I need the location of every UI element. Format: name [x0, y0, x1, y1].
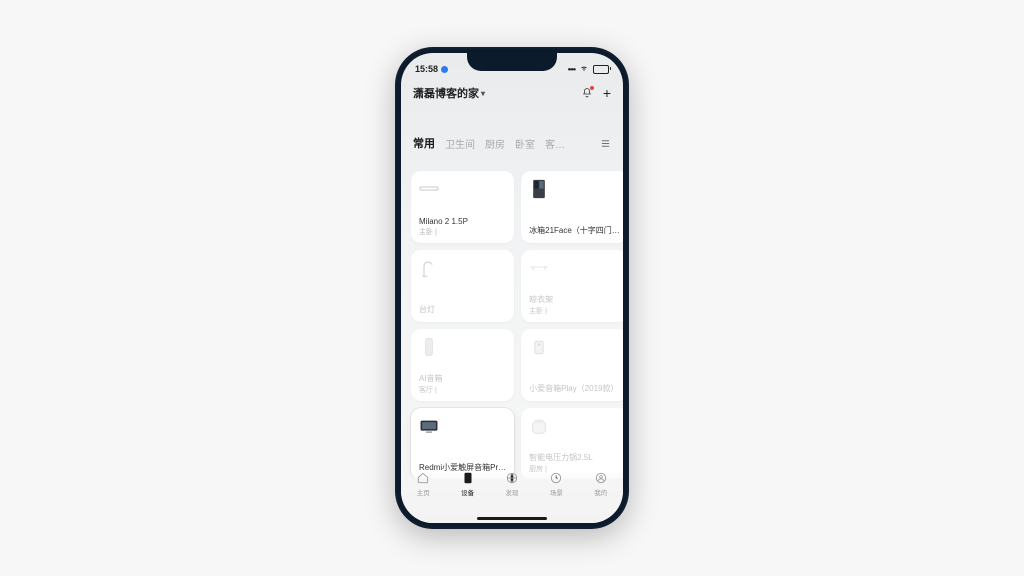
tab-bedroom[interactable]: 卧室 — [515, 136, 535, 151]
device-card-cooker[interactable]: 智能电压力锅2.5L 厨房 | — [521, 408, 623, 479]
device-name: Milano 2 1.5P — [419, 217, 506, 226]
device-card-rack[interactable]: 晾衣架 主卧 | — [521, 250, 623, 322]
device-card-xiaoai-play[interactable]: 小爱音箱Play（2019款） — [521, 329, 623, 401]
room-tabs: 常用 卫生间 厨房 卧室 客… — [401, 109, 623, 157]
battery-icon — [593, 65, 609, 74]
lamp-icon — [419, 258, 439, 278]
tabs-more-button[interactable] — [600, 138, 611, 149]
status-time: 15:58 — [415, 64, 438, 74]
device-card-lamp[interactable]: 台灯 — [411, 250, 514, 322]
status-right: •••• — [568, 64, 609, 74]
device-name: 冰箱21Face（十字四门… — [529, 225, 620, 236]
device-sub: 主卧 | — [529, 306, 620, 316]
device-card-fridge[interactable]: 冰箱21Face（十字四门… — [521, 171, 623, 243]
nav-label: 场景 — [550, 487, 563, 497]
chevron-down-icon: ▾ — [481, 89, 485, 98]
tab-bathroom[interactable]: 卫生间 — [445, 136, 475, 151]
ac-unit-icon — [419, 179, 439, 199]
devices-icon — [461, 471, 475, 485]
nav-label: 主页 — [417, 487, 430, 497]
device-card-ac[interactable]: Milano 2 1.5P 主卧 | — [411, 171, 514, 243]
device-grid: Milano 2 1.5P 主卧 | 冰箱21Face（十字四门… — [411, 171, 613, 479]
nav-devices[interactable]: 设备 — [461, 471, 475, 497]
nav-label: 我的 — [594, 487, 607, 497]
phone-screen: 15:58 •••• 潇磊博客的家 ▾ — [401, 53, 623, 523]
fridge-icon — [529, 179, 549, 199]
rack-icon — [529, 258, 549, 278]
speaker-small-icon — [529, 337, 549, 357]
nav-label: 设备 — [461, 487, 474, 497]
nav-scenes[interactable]: 场景 — [549, 471, 563, 497]
nav-profile[interactable]: 我的 — [594, 471, 608, 497]
scene-icon — [549, 471, 563, 485]
phone-notch — [467, 53, 557, 71]
header-actions: + — [581, 87, 611, 99]
home-selector[interactable]: 潇磊博客的家 ▾ — [413, 85, 485, 101]
device-card-ai-speaker[interactable]: AI音箱 客厅 | — [411, 329, 514, 401]
nav-discover[interactable]: 发现 — [505, 471, 519, 497]
discover-icon — [505, 471, 519, 485]
device-name: 智能电压力锅2.5L — [529, 452, 620, 463]
home-name-label: 潇磊博客的家 — [413, 85, 479, 101]
phone-frame: 15:58 •••• 潇磊博客的家 ▾ — [395, 47, 629, 529]
cellular-icon: •••• — [568, 65, 575, 74]
stage: 15:58 •••• 潇磊博客的家 ▾ — [0, 0, 1024, 576]
title-bar: 潇磊博客的家 ▾ + — [401, 81, 623, 109]
notification-dot-icon — [590, 86, 594, 90]
device-sub: 客厅 | — [419, 385, 506, 395]
device-name: 晾衣架 — [529, 294, 620, 305]
device-card-redmi-display[interactable]: Redmi小爱触屏音箱Pr… — [411, 408, 514, 479]
device-sub: 主卧 | — [419, 227, 506, 237]
location-indicator-icon — [441, 66, 448, 73]
display-icon — [419, 416, 439, 436]
nav-label: 发现 — [505, 487, 518, 497]
wifi-icon — [579, 64, 589, 74]
add-button[interactable]: + — [603, 87, 611, 99]
tab-frequent[interactable]: 常用 — [413, 135, 435, 151]
profile-icon — [594, 471, 608, 485]
notifications-button[interactable] — [581, 87, 593, 99]
device-name: 台灯 — [419, 304, 506, 315]
home-icon — [416, 471, 430, 485]
device-name: AI音箱 — [419, 373, 506, 384]
home-indicator[interactable] — [477, 517, 547, 521]
tab-living[interactable]: 客… — [545, 136, 565, 151]
device-name: 小爱音箱Play（2019款） — [529, 383, 620, 394]
status-left: 15:58 — [415, 64, 448, 74]
cooker-icon — [529, 416, 549, 436]
bottom-nav: 主页 设备 发现 场景 — [401, 471, 623, 523]
nav-home[interactable]: 主页 — [416, 471, 430, 497]
device-grid-viewport[interactable]: Milano 2 1.5P 主卧 | 冰箱21Face（十字四门… — [401, 171, 623, 479]
tab-kitchen[interactable]: 厨房 — [485, 136, 505, 151]
speaker-tall-icon — [419, 337, 439, 357]
